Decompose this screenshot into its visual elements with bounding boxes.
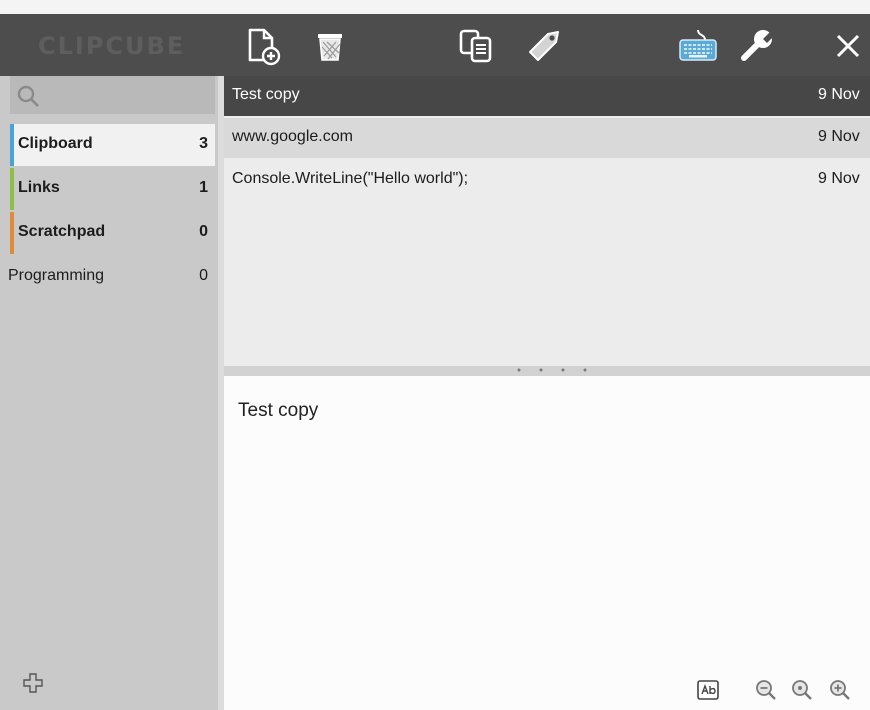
clip-text: Test copy [232, 86, 300, 103]
category-count: 1 [199, 179, 208, 196]
preview-pane[interactable]: Test copy [224, 376, 870, 710]
category-label: Clipboard [18, 135, 93, 152]
clip-row[interactable]: www.google.com 9 Nov [224, 118, 870, 158]
close-button[interactable] [826, 24, 870, 68]
text-format-icon[interactable] [696, 678, 720, 702]
copy-icon [459, 29, 492, 63]
document-add-icon [248, 28, 281, 66]
trash-icon [318, 34, 342, 61]
clip-list: Test copy 9 Nov www.google.com 9 Nov Con… [224, 76, 870, 366]
category-count: 0 [199, 223, 208, 240]
category-label: Scratchpad [18, 223, 106, 240]
app-window: CLIPCUBE Clipboard 3 Links 1 Scratchpad … [0, 0, 870, 710]
preview-text: Test copy [238, 400, 319, 421]
clip-date: 9 Nov [818, 128, 860, 145]
window-top-edge [0, 0, 870, 14]
category-count: 0 [199, 267, 208, 284]
keyboard-icon [679, 29, 717, 61]
category-color-marker [10, 212, 14, 254]
settings-button[interactable] [736, 24, 780, 68]
horizontal-splitter[interactable] [224, 366, 870, 376]
new-clip-button[interactable] [240, 24, 284, 68]
category-color-marker [10, 168, 14, 210]
sidebar-item-programming[interactable]: Programming 0 [8, 256, 215, 298]
delete-button[interactable] [308, 24, 352, 68]
category-sidebar: Clipboard 3 Links 1 Scratchpad 0 Program… [0, 76, 218, 710]
tag-button[interactable] [522, 24, 566, 68]
wrench-icon [741, 28, 778, 61]
close-icon [836, 34, 860, 58]
search-box[interactable] [10, 76, 215, 114]
app-logo: CLIPCUBE [38, 32, 186, 60]
search-icon [17, 85, 39, 107]
category-count: 3 [199, 135, 208, 152]
clip-date: 9 Nov [818, 86, 860, 103]
splitter-grip-icon [508, 368, 598, 372]
copy-button[interactable] [454, 24, 498, 68]
clip-row-selected[interactable]: Test copy 9 Nov [224, 76, 870, 116]
clip-date: 9 Nov [818, 170, 860, 187]
keyboard-button[interactable] [676, 24, 720, 68]
category-label: Programming [8, 267, 105, 284]
clip-text: www.google.com [232, 128, 353, 145]
add-category-icon[interactable] [22, 672, 44, 694]
clip-row[interactable]: Console.WriteLine("Hello world"); 9 Nov [224, 160, 870, 200]
sidebar-item-scratchpad[interactable]: Scratchpad 0 [10, 212, 215, 254]
zoom-out-icon[interactable] [754, 678, 778, 702]
sidebar-item-clipboard[interactable]: Clipboard 3 [10, 124, 215, 166]
clip-text: Console.WriteLine("Hello world"); [232, 170, 469, 187]
category-label: Links [18, 179, 60, 196]
sidebar-item-links[interactable]: Links 1 [10, 168, 215, 210]
zoom-reset-icon[interactable] [790, 678, 814, 702]
zoom-in-icon[interactable] [828, 678, 852, 702]
tag-icon [529, 31, 559, 61]
toolbar: CLIPCUBE [0, 14, 870, 76]
category-color-marker [10, 124, 14, 166]
